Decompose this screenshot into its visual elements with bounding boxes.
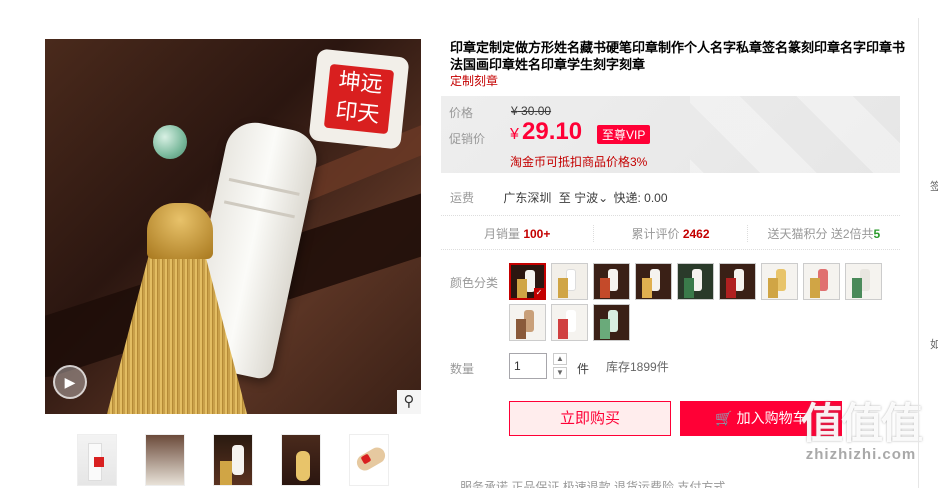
tassel-cap bbox=[147, 203, 213, 259]
shipping-row: 运费 广东深圳 至 宁波⌄ 快递: 0.00 bbox=[450, 189, 668, 206]
stats-row: 月销量 100+ 累计评价 2462 送天猫积分 送2倍共5 bbox=[441, 225, 900, 242]
thumbnail-strip bbox=[77, 434, 389, 486]
ship-to-word: 至 bbox=[558, 191, 571, 205]
thumbnail-2[interactable] bbox=[145, 434, 185, 486]
chevron-down-icon: ⌄ bbox=[598, 191, 609, 205]
color-swatch[interactable]: ✓ bbox=[509, 263, 546, 300]
thumbnail-4[interactable] bbox=[281, 434, 321, 486]
quantity-input[interactable]: 1 bbox=[509, 353, 547, 379]
zoom-search-icon[interactable]: ⚲ bbox=[397, 390, 421, 414]
vip-badge[interactable]: 至尊VIP bbox=[597, 125, 651, 144]
color-swatch[interactable] bbox=[509, 304, 546, 341]
main-product-image[interactable]: 坤远印天 ▶ ⚲ bbox=[45, 39, 421, 414]
monthly-sales: 月销量 100+ bbox=[441, 225, 595, 242]
ship-from: 广东深圳 bbox=[503, 191, 552, 205]
buy-now-button[interactable]: 立即购买 bbox=[509, 401, 671, 436]
quantity-label: 数量 bbox=[450, 362, 475, 376]
color-swatches: ✓ bbox=[509, 263, 889, 341]
color-swatch[interactable] bbox=[593, 304, 630, 341]
sidebar-char: 签 bbox=[930, 181, 938, 193]
color-swatch[interactable] bbox=[719, 263, 756, 300]
seal-imprint-text: 坤远印天 bbox=[323, 63, 395, 135]
quantity-unit: 件 bbox=[577, 362, 590, 376]
watermark-url: zhizhizhi.com bbox=[805, 446, 917, 463]
thumbnail-3[interactable] bbox=[213, 434, 253, 486]
thumbnail-5[interactable] bbox=[349, 434, 389, 486]
points: 送天猫积分 送2倍共5 bbox=[767, 227, 881, 241]
service-row: 服务承诺 正品保证 极速退款 退货运费险 支付方式 bbox=[460, 480, 726, 488]
shipping-label: 运费 bbox=[450, 191, 475, 205]
color-label: 颜色分类 bbox=[450, 276, 499, 290]
color-swatch[interactable] bbox=[635, 263, 672, 300]
play-video-icon[interactable]: ▶ bbox=[53, 365, 87, 399]
color-swatch[interactable] bbox=[803, 263, 840, 300]
product-title: 印章定制定做方形姓名藏书硬笔印章制作个人名字私章签名篆刻印章名字印章书法国画印章… bbox=[450, 40, 906, 72]
orig-price-label: 价格 bbox=[449, 106, 474, 120]
color-swatch[interactable] bbox=[761, 263, 798, 300]
color-swatch[interactable] bbox=[551, 304, 588, 341]
divider bbox=[441, 215, 900, 216]
sidebar-char: 如 bbox=[930, 339, 938, 351]
orig-price: ¥ 30.00 bbox=[511, 104, 552, 118]
sale-currency: ¥ bbox=[510, 126, 519, 143]
quantity-increase-icon[interactable]: ▲ bbox=[553, 353, 567, 365]
sale-price-label: 促销价 bbox=[449, 132, 486, 146]
product-page: 坤远印天 ▶ ⚲ 印章定制定做方形姓名藏书硬笔印章制作个人名字私章签名篆刻印章名… bbox=[0, 0, 938, 488]
jade-bead bbox=[153, 125, 187, 159]
quantity-decrease-icon[interactable]: ▼ bbox=[553, 367, 567, 379]
ship-to-select[interactable]: 宁波⌄ bbox=[574, 191, 608, 205]
right-divider bbox=[918, 18, 919, 488]
stock-count: 库存1899件 bbox=[606, 360, 669, 374]
color-swatch[interactable] bbox=[593, 263, 630, 300]
product-subtitle: 定制刻章 bbox=[450, 74, 499, 88]
color-swatch[interactable] bbox=[551, 263, 588, 300]
watermark-glyphs: 值值值 bbox=[800, 400, 923, 447]
price-panel: 价格 ¥ 30.00 促销价 ¥ 29.10 至尊VIP 淘金币可抵扣商品价格3… bbox=[441, 96, 900, 173]
thumbnail-1[interactable] bbox=[77, 434, 117, 486]
coin-note: 淘金币可抵扣商品价格3% bbox=[510, 155, 648, 169]
color-swatch[interactable] bbox=[845, 263, 882, 300]
cart-icon: 🛒 bbox=[715, 410, 733, 426]
watermark: 值值值 zhizhizhi.com bbox=[786, 400, 936, 464]
color-swatch[interactable] bbox=[677, 263, 714, 300]
check-icon: ✓ bbox=[534, 288, 544, 298]
divider bbox=[441, 249, 900, 250]
seal-imprint: 坤远印天 bbox=[308, 48, 410, 150]
total-reviews[interactable]: 累计评价 2462 bbox=[594, 225, 748, 242]
sale-price: 29.10 bbox=[522, 118, 583, 145]
express-fee: 快递: 0.00 bbox=[613, 191, 668, 205]
